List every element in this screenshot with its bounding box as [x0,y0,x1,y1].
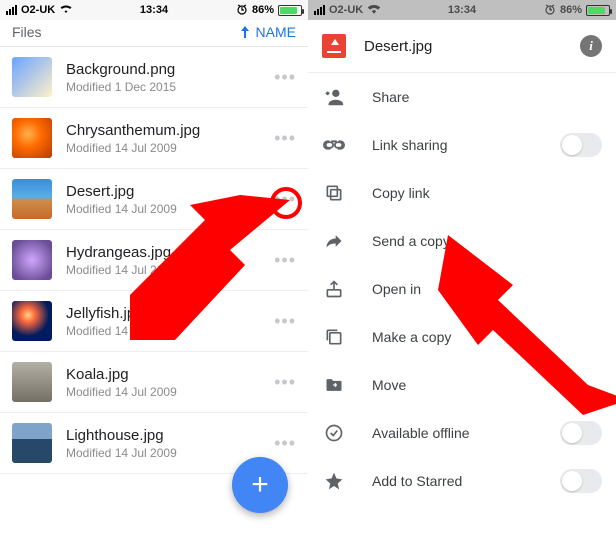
alarm-icon [236,3,248,18]
more-icon[interactable]: ••• [272,128,296,149]
file-thumbnail [12,362,52,402]
file-modified: Modified 1 Dec 2015 [66,80,272,94]
file-thumbnail [12,301,52,341]
battery-percent: 86% [252,4,274,16]
sort-button[interactable]: NAME [240,24,296,40]
file-thumbnail [12,240,52,280]
available-offline-action[interactable]: Available offline [308,409,616,457]
open-in-icon [322,279,346,299]
file-row[interactable]: Background.png Modified 1 Dec 2015 ••• [0,47,308,108]
folder-move-icon [322,375,346,395]
battery-icon [278,5,302,16]
copy-icon [322,183,346,203]
share-action[interactable]: Share [308,73,616,121]
files-list-screen: O2-UK 13:34 86% Files NAME Background.pn… [0,0,308,533]
file-thumbnail [12,57,52,97]
section-title: Files [12,24,42,40]
action-label: Link sharing [372,137,448,153]
action-label: Add to Starred [372,473,462,489]
file-thumbnail [12,423,52,463]
sort-label: NAME [256,24,296,40]
file-name: Lighthouse.jpg [66,427,272,444]
alarm-icon [544,3,556,18]
carrier-label: O2-UK [329,4,363,16]
annotation-arrow [130,195,300,345]
file-modified: Modified 14 Jul 2009 [66,385,272,399]
star-icon [322,471,346,491]
action-label: Copy link [372,185,430,201]
file-thumbnail [12,179,52,219]
file-name: Chrysanthemum.jpg [66,122,272,139]
copy-link-action[interactable]: Copy link [308,169,616,217]
more-icon[interactable]: ••• [272,372,296,393]
signal-icon [6,5,17,15]
battery-icon [586,5,610,16]
carrier-label: O2-UK [21,4,55,16]
file-row[interactable]: Koala.jpg Modified 14 Jul 2009 ••• [0,352,308,413]
status-bar: O2-UK 13:34 86% [308,0,616,20]
list-header: Files NAME [0,20,308,47]
sheet-title: Desert.jpg [364,38,580,55]
duplicate-icon [322,327,346,347]
action-label: Move [372,377,406,393]
link-icon [322,134,346,156]
offline-toggle[interactable] [560,421,602,445]
add-button[interactable]: + [232,457,288,513]
send-icon [322,231,346,251]
wifi-icon [367,4,381,17]
offline-icon [322,423,346,443]
person-add-icon [322,86,346,108]
file-name: Koala.jpg [66,366,272,383]
file-name: Background.png [66,61,272,78]
action-label: Available offline [372,425,470,441]
file-thumbnail [12,118,52,158]
file-actions-sheet: O2-UK 13:34 86% Desert.jpg i Share Link [308,0,616,533]
action-label: Open in [372,281,421,297]
wifi-icon [59,4,73,17]
annotation-arrow [438,235,616,415]
link-sharing-action[interactable]: Link sharing [308,121,616,169]
file-modified: Modified 14 Jul 2009 [66,141,272,155]
action-label: Share [372,89,409,105]
status-bar: O2-UK 13:34 86% [0,0,308,20]
battery-percent: 86% [560,4,582,16]
arrow-up-icon [240,26,250,38]
signal-icon [314,5,325,15]
add-starred-action[interactable]: Add to Starred [308,457,616,505]
more-icon[interactable]: ••• [272,67,296,88]
link-sharing-toggle[interactable] [560,133,602,157]
image-file-icon [322,34,346,58]
more-icon[interactable]: ••• [272,433,296,454]
file-modified: Modified 14 Jul 2009 [66,446,272,460]
starred-toggle[interactable] [560,469,602,493]
file-row[interactable]: Chrysanthemum.jpg Modified 14 Jul 2009 •… [0,108,308,169]
plus-icon: + [251,468,269,502]
sheet-header: Desert.jpg i [308,20,616,73]
info-button[interactable]: i [580,35,602,57]
